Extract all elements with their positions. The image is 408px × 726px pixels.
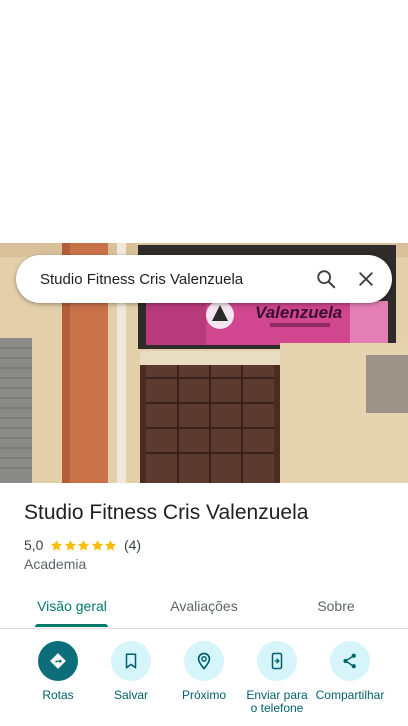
send-to-phone-circle bbox=[257, 641, 297, 681]
search-button[interactable] bbox=[306, 259, 346, 299]
share-circle bbox=[330, 641, 370, 681]
directions-label: Rotas bbox=[42, 688, 74, 702]
star-icon bbox=[105, 539, 117, 551]
send-to-phone-button[interactable]: Enviar para o telefone bbox=[239, 641, 315, 715]
save-label: Salvar bbox=[113, 688, 148, 702]
bookmark-icon bbox=[125, 653, 137, 669]
place-details-screen: Valenzuela Studio Fitness Cris Valenzuel… bbox=[0, 0, 408, 726]
review-count: (4) bbox=[123, 537, 142, 553]
share-button[interactable]: Compartilhar bbox=[312, 641, 388, 702]
search-icon bbox=[317, 270, 336, 289]
directions-button[interactable]: Rotas bbox=[20, 641, 96, 702]
nearby-label: Próximo bbox=[181, 688, 226, 702]
tab-about[interactable]: Sobre bbox=[290, 584, 382, 627]
rating-row[interactable]: 5,0 (4) bbox=[24, 536, 141, 554]
star-icon bbox=[64, 539, 77, 551]
place-tabs: Visão geral Avaliações Sobre bbox=[0, 584, 408, 629]
share-label: Compartilhar bbox=[315, 688, 385, 702]
close-icon bbox=[359, 272, 373, 286]
directions-circle bbox=[38, 641, 78, 681]
nearby-circle bbox=[184, 641, 224, 681]
banner-name: Valenzuela bbox=[255, 303, 342, 322]
nearby-button[interactable]: Próximo bbox=[166, 641, 242, 702]
save-circle bbox=[111, 641, 151, 681]
save-button[interactable]: Salvar bbox=[93, 641, 169, 702]
place-title: Studio Fitness Cris Valenzuela bbox=[24, 501, 309, 524]
star-rating bbox=[50, 539, 118, 552]
star-icon bbox=[91, 539, 104, 551]
directions-icon bbox=[50, 653, 66, 669]
search-bar[interactable]: Studio Fitness Cris Valenzuela bbox=[16, 255, 392, 303]
place-category: Academia bbox=[24, 556, 87, 572]
star-icon bbox=[78, 539, 90, 551]
send-to-phone-label: Enviar para o telefone bbox=[246, 688, 308, 715]
active-tab-indicator bbox=[35, 624, 108, 627]
send-to-phone-icon bbox=[271, 652, 283, 670]
tab-overview[interactable]: Visão geral bbox=[24, 584, 120, 627]
clear-search-button[interactable] bbox=[346, 259, 386, 299]
share-icon bbox=[343, 653, 356, 669]
search-query[interactable]: Studio Fitness Cris Valenzuela bbox=[16, 271, 306, 288]
nearby-icon bbox=[197, 652, 211, 670]
rating-value: 5,0 bbox=[24, 537, 44, 553]
tab-reviews[interactable]: Avaliações bbox=[156, 584, 252, 627]
star-icon bbox=[51, 539, 63, 551]
